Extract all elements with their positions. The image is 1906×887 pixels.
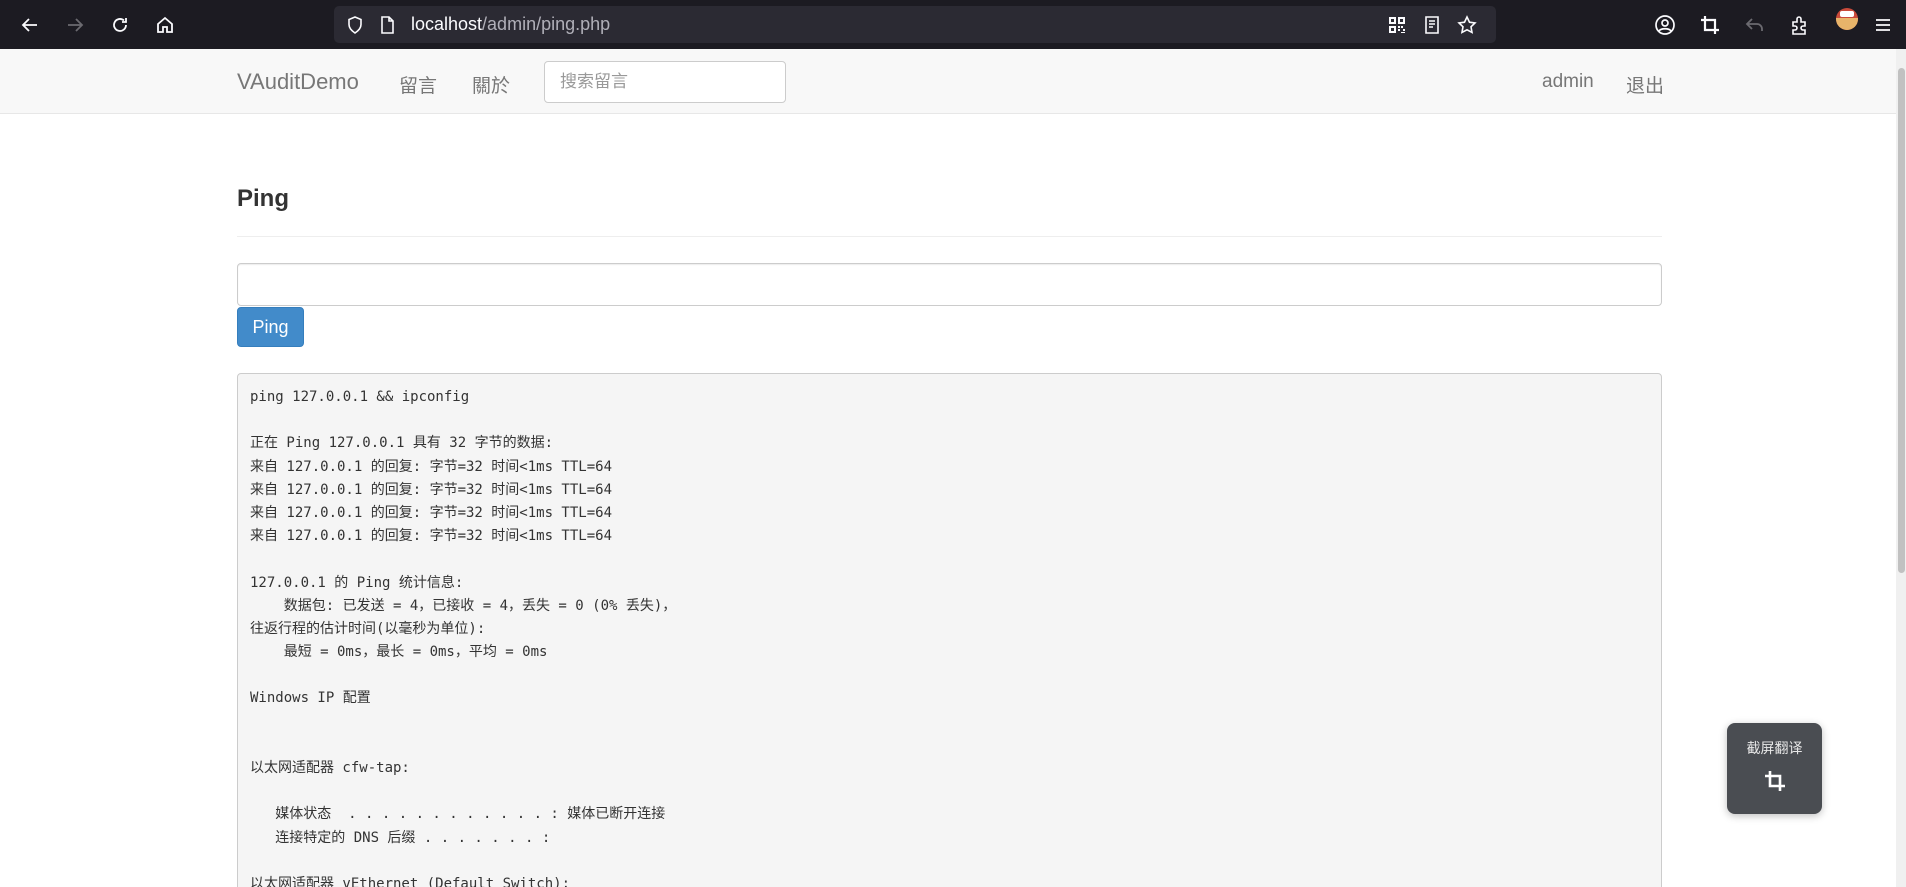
browser-toolbar: localhost/admin/ping.php	[0, 0, 1906, 49]
ping-button[interactable]: Ping	[237, 307, 304, 347]
output-line: ping 127.0.0.1 && ipconfig	[250, 389, 470, 405]
screenshot-translate-widget[interactable]: 截屏翻译	[1727, 723, 1822, 814]
bookmark-star-icon[interactable]	[1456, 14, 1478, 36]
output-line: 来自 127.0.0.1 的回复: 字节=32 时间<1ms TTL=64	[250, 458, 613, 475]
output-line: Windows IP 配置	[250, 690, 371, 707]
nav-user-link[interactable]: admin	[1542, 71, 1594, 93]
output-line: 往返行程的估计时间(以毫秒为单位):	[250, 620, 486, 637]
undo-icon[interactable]	[1742, 12, 1768, 38]
screenshot-translate-label: 截屏翻译	[1746, 740, 1803, 756]
url-bar[interactable]: localhost/admin/ping.php	[334, 6, 1496, 43]
output-line: 连接特定的 DNS 后缀 . . . . . . . :	[250, 829, 551, 846]
extensions-icon[interactable]	[1787, 12, 1813, 38]
brand-link[interactable]: VAuditDemo	[237, 69, 359, 95]
site-navbar: VAuditDemo 留言 關於 admin 退出	[0, 49, 1906, 114]
ping-output: ping 127.0.0.1 && ipconfig 正在 Ping 127.0.…	[237, 373, 1662, 887]
output-line: 媒体状态 . . . . . . . . . . . . : 媒体已断开连接	[250, 806, 666, 823]
qr-code-icon[interactable]	[1386, 14, 1408, 36]
url-host: localhost	[411, 14, 483, 34]
nav-link-messages[interactable]: 留言	[399, 71, 437, 98]
output-line: 最短 = 0ms，最长 = 0ms，平均 = 0ms	[250, 644, 548, 661]
menu-icon[interactable]	[1870, 12, 1896, 38]
crop-icon[interactable]	[1697, 12, 1723, 38]
output-line: 来自 127.0.0.1 的回复: 字节=32 时间<1ms TTL=64	[250, 481, 613, 498]
reload-icon[interactable]	[105, 10, 135, 40]
page-icon[interactable]	[376, 14, 398, 36]
output-line: 正在 Ping 127.0.0.1 具有 32 字节的数据:	[250, 435, 554, 452]
shield-icon[interactable]	[344, 14, 366, 36]
page-content: VAuditDemo 留言 關於 admin 退出 Ping Ping ping…	[0, 49, 1906, 887]
nav-link-about[interactable]: 關於	[472, 71, 510, 98]
reader-view-icon[interactable]	[1421, 14, 1443, 36]
output-line: 数据包: 已发送 = 4，已接收 = 4，丢失 = 0 (0% 丢失)，	[250, 597, 677, 614]
page-title: Ping	[237, 185, 289, 212]
output-line: 来自 127.0.0.1 的回复: 字节=32 时间<1ms TTL=64	[250, 504, 613, 521]
ping-target-input[interactable]	[237, 263, 1662, 306]
output-line: 来自 127.0.0.1 的回复: 字节=32 时间<1ms TTL=64	[250, 528, 613, 545]
logout-link[interactable]: 退出	[1626, 71, 1664, 98]
output-line: 127.0.0.1 的 Ping 统计信息:	[250, 574, 464, 591]
search-input[interactable]	[544, 61, 786, 103]
url-path: /admin/ping.php	[482, 14, 611, 34]
output-line: 以太网适配器 cfw-tap:	[250, 760, 410, 776]
output-line: 以太网适配器 vEthernet (Default Switch):	[250, 875, 571, 887]
crop-icon	[1763, 769, 1787, 793]
account-icon[interactable]	[1652, 12, 1678, 38]
url-text[interactable]: localhost/admin/ping.php	[411, 6, 610, 43]
page-scrollbar-thumb[interactable]	[1898, 68, 1905, 573]
home-icon[interactable]	[150, 10, 180, 40]
extension-face-icon	[1836, 18, 1858, 30]
forward-arrow-icon[interactable]	[60, 10, 90, 40]
title-divider	[237, 236, 1662, 237]
back-arrow-icon[interactable]	[15, 10, 45, 40]
